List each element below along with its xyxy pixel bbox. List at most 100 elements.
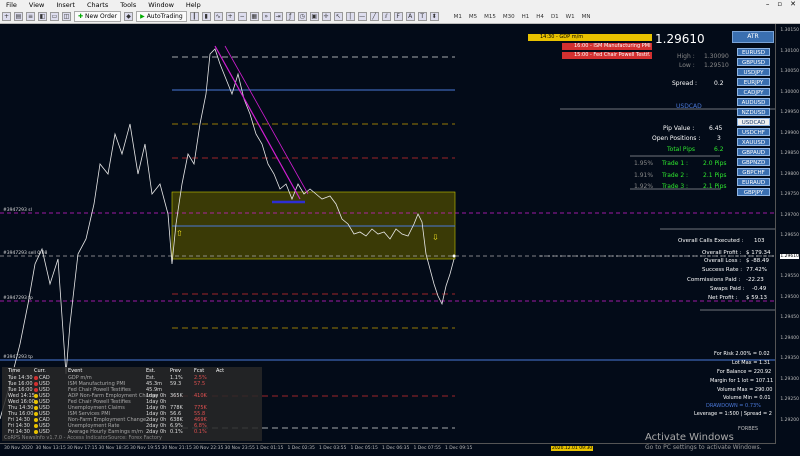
channel-icon[interactable]: ⫽	[381, 12, 391, 21]
symbol-button-eurjpy[interactable]: EURJPY	[737, 78, 770, 86]
autoscroll-icon[interactable]: »	[261, 12, 271, 21]
symbol-button-usdchf[interactable]: USDCHF	[737, 128, 770, 136]
menu-window[interactable]: Window	[142, 1, 180, 9]
autotrading-button[interactable]: ▶ AutoTrading	[136, 11, 187, 22]
symbol-button-gbpaud[interactable]: GBPAUD	[737, 148, 770, 156]
chart-area[interactable]: ⇧ ⇩ #3947293 sl #3947293 sell 0.08 #3947…	[0, 24, 800, 456]
crosshair-icon[interactable]: ✛	[321, 12, 331, 21]
trade-pct: 1.92%	[634, 183, 654, 190]
stat-value: -0.49	[752, 286, 767, 292]
label-icon[interactable]: T	[417, 12, 427, 21]
trendline[interactable]	[224, 45, 309, 195]
navigator-icon[interactable]: ◧	[38, 12, 47, 21]
fibo-icon[interactable]: F	[393, 12, 403, 21]
symbol-button-xauusd[interactable]: XAUUSD	[737, 138, 770, 146]
new-order-button[interactable]: ✚ New Order	[74, 11, 122, 22]
tile-icon[interactable]: ▦	[249, 12, 259, 21]
news-label[interactable]: 14:30 - GDP m/m	[528, 34, 652, 41]
news-label[interactable]: 15:00 - Fed Chair Powell Testif.	[562, 52, 652, 59]
calendar-footer: CoRPS NewsInfo v1.7.0 - Access Indicator…	[2, 435, 262, 441]
text-icon[interactable]: A	[405, 12, 415, 21]
tf-w1[interactable]: W1	[564, 14, 577, 20]
risk-line: Lot Max = 1.31	[732, 360, 771, 366]
symbol-button-usdjpy[interactable]: USDJPY	[737, 68, 770, 76]
symbol-button-gbpnzd[interactable]: GBPNZD	[737, 158, 770, 166]
tf-m30[interactable]: M30	[501, 14, 517, 20]
price-tick: 1.29500	[780, 294, 799, 300]
trade-pct: 1.91%	[634, 172, 654, 179]
shift-icon[interactable]: ⇥	[273, 12, 283, 21]
cursor-icon[interactable]: ↖	[333, 12, 343, 21]
price-axis[interactable]: 1.30150 1.30100 1.30050 1.30000 1.29950 1.299…	[775, 24, 800, 444]
menu-file[interactable]: File	[0, 1, 23, 9]
symbol-button-eurusd[interactable]: EURUSD	[737, 48, 770, 56]
vline-icon[interactable]: │	[345, 12, 355, 21]
new-order-label: New Order	[85, 12, 118, 20]
bar-chart-icon[interactable]: ┃	[189, 12, 199, 21]
trendline-icon[interactable]: ╱	[369, 12, 379, 21]
candle-chart-icon[interactable]: ▮	[201, 12, 211, 21]
activate-windows-subtitle[interactable]: Go to PC settings to activate Windows.	[645, 444, 762, 451]
time-tick: 30 Nov 18:35	[98, 446, 129, 451]
terminal-icon[interactable]: ▭	[50, 12, 59, 21]
hline-icon[interactable]: —	[357, 12, 367, 21]
new-chart-icon[interactable]: +	[2, 12, 11, 21]
zoom-in-icon[interactable]: +	[225, 12, 235, 21]
risk-line: Volume Min = 0.01	[723, 395, 771, 401]
up-arrow-icon: ⇧	[176, 229, 183, 238]
tf-d1[interactable]: D1	[549, 14, 561, 20]
price-tick: 1.29400	[780, 335, 799, 341]
maximize-button[interactable]: ▫	[777, 0, 782, 8]
menu-view[interactable]: View	[23, 1, 50, 9]
tf-m15[interactable]: M15	[482, 14, 498, 20]
menu-charts[interactable]: Charts	[81, 1, 114, 9]
zoom-out-icon[interactable]: −	[237, 12, 247, 21]
col-act: Act	[216, 368, 225, 374]
trade-pips: 2.1 Pips	[703, 183, 727, 190]
tf-m1[interactable]: M1	[452, 14, 464, 20]
price-marker	[452, 254, 456, 258]
price-tick: 1.29900	[780, 130, 799, 136]
spread-value: 0.2	[714, 80, 724, 87]
trendline[interactable]	[214, 45, 301, 200]
menu-tools[interactable]: Tools	[114, 1, 142, 9]
risk-line: Volume Max = 290.00	[717, 387, 773, 393]
tf-m5[interactable]: M5	[467, 14, 479, 20]
menu-bar: File View Insert Charts Tools Window Hel…	[0, 0, 800, 10]
tf-mn[interactable]: MN	[580, 14, 593, 20]
col-currency: Curr.	[34, 368, 46, 374]
minimize-button[interactable]: –	[766, 0, 770, 8]
sell-label: #3947293 sell 0.08	[3, 251, 48, 256]
plus-icon: ✚	[78, 12, 84, 20]
symbol-button-gbpchf[interactable]: GBPCHF	[737, 168, 770, 176]
arrows-icon[interactable]: ⬍	[429, 12, 439, 21]
menu-insert[interactable]: Insert	[50, 1, 81, 9]
symbol-button-audusd[interactable]: AUDUSD	[737, 98, 770, 106]
tester-icon[interactable]: ◫	[62, 12, 71, 21]
line-chart-icon[interactable]: ∿	[213, 12, 223, 21]
periods-icon[interactable]: ◷	[297, 12, 307, 21]
symbol-button-gbpjpy[interactable]: GBPJPY	[737, 188, 770, 196]
market-watch-icon[interactable]: ≡	[26, 12, 35, 21]
open-positions-label: Open Positions :	[652, 135, 701, 142]
symbol-button-gbpusd[interactable]: GBPUSD	[737, 58, 770, 66]
tf-h4[interactable]: H4	[534, 14, 546, 20]
time-tick: 30 Nov 13:15	[35, 446, 66, 451]
tp-label: #3947293 tp	[3, 355, 33, 360]
close-button[interactable]: ✕	[790, 0, 796, 8]
atr-button[interactable]: ATR	[732, 31, 774, 43]
profiles-icon[interactable]: ▤	[14, 12, 23, 21]
templates-icon[interactable]: ▣	[309, 12, 319, 21]
drawdown-line: DRAWDOWN = 0.73%	[706, 403, 761, 409]
symbol-button-cadjpy[interactable]: CADJPY	[737, 88, 770, 96]
symbol-button-euraud[interactable]: EURAUD	[737, 178, 770, 186]
tf-h1[interactable]: H1	[520, 14, 532, 20]
indicators-icon[interactable]: ƒ	[285, 12, 295, 21]
symbol-button-usdcad[interactable]: USDCAD	[737, 118, 770, 126]
metaeditor-icon[interactable]: ◆	[124, 12, 134, 21]
menu-help[interactable]: Help	[180, 1, 207, 9]
price-tick: 1.29200	[780, 417, 799, 423]
total-pips-value: 6.2	[714, 146, 724, 153]
symbol-button-nzdusd[interactable]: NZDUSD	[737, 108, 770, 116]
news-label[interactable]: 16:00 - ISM Manufacturing PMI	[562, 43, 652, 50]
